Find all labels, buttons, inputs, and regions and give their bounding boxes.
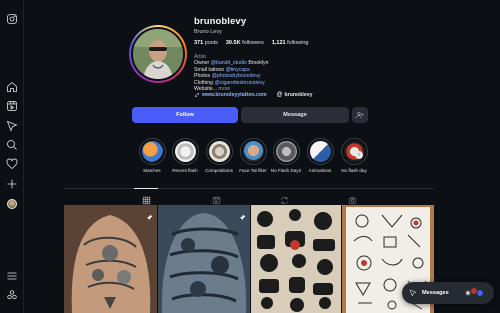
tab-posts-grid[interactable] [142,192,152,205]
add-person-icon [356,112,364,119]
bio-mention-tinycaps[interactable]: @tinycaps [225,67,249,73]
bio-mention-photos[interactable]: @photosbybrunolevy [212,73,261,79]
profile-avatar[interactable] [129,25,187,83]
reels-icon [212,196,221,205]
posts-stat: 371 posts [194,40,218,46]
website-link[interactable]: www.brunoleyytattoo.com [194,92,267,98]
reels-icon[interactable] [6,100,18,112]
create-icon[interactable] [6,178,18,190]
profile-stats: 371 posts 30.5K followers 1,121 followin… [194,40,309,46]
post-tile-2[interactable] [158,205,250,313]
bio-mention-bandit[interactable]: @bandit_studio [211,60,247,66]
profile-links: www.brunoleyytattoo.com @ brunoblevy [194,92,312,98]
link-icon [194,92,200,98]
active-tab-indicator [134,188,158,189]
following-stat[interactable]: 1,121 following [272,40,309,46]
search-icon[interactable] [6,139,18,151]
pin-icon [146,208,153,221]
suggested-users-button[interactable] [352,107,368,123]
profile-username: brunoblevy [194,16,247,27]
highlight-matches[interactable]: Matches [136,138,168,173]
highlight-no-flash-day2[interactable]: No Flash Day2 [270,138,302,173]
tab-tagged[interactable] [348,192,358,204]
follow-button[interactable]: Follow [132,107,238,123]
highlight-face-tat-filter[interactable]: Face Tat filter [237,138,269,173]
send-icon [409,289,417,297]
highlight-no-flash-day[interactable]: No flash day [338,138,370,173]
followers-stat[interactable]: 30.5K followers [226,40,264,46]
post-tile-1[interactable] [64,205,157,313]
repost-icon [281,197,288,204]
tagged-icon [348,196,357,204]
more-options-icon[interactable]: ··· [240,17,247,24]
highlight-animations[interactable]: Animations [304,138,336,173]
tabs-divider [64,188,434,189]
pin-icon [239,208,246,221]
explore-icon[interactable] [6,120,18,132]
meta-icon[interactable] [6,289,18,301]
tab-reposts[interactable] [280,192,290,204]
left-nav [0,0,24,313]
menu-icon[interactable] [6,270,18,282]
home-icon[interactable] [6,81,18,93]
highlights-next-icon[interactable]: › [355,151,363,159]
profile-avatar-icon[interactable] [6,198,18,210]
highlight-compositions[interactable]: Compositions [203,138,235,173]
instagram-icon[interactable] [6,13,18,25]
post-image-flash-sheet [251,205,341,313]
post-tile-3[interactable] [251,205,341,313]
profile-full-name: Bruno Levy [194,29,222,35]
message-contact-avatar [476,289,484,297]
bio-mention-clothing[interactable]: @cigarettesbrunolevy [214,80,264,86]
profile-bio: Artist Owner @bandit_studio Brooklyn Sma… [194,54,269,92]
tab-reels[interactable] [212,192,222,205]
post-image-back-tattoo [64,205,157,313]
threads-link[interactable]: @ brunoblevy [277,92,313,98]
threads-icon: @ [276,92,283,98]
message-button[interactable]: Message [241,107,349,123]
messages-button[interactable]: Messages [402,282,494,304]
highlight-recent-flash[interactable]: Recent flash [169,138,201,173]
heart-icon[interactable] [6,158,18,170]
post-image-back-tattoo-dark [158,205,250,313]
grid-icon [142,196,151,205]
